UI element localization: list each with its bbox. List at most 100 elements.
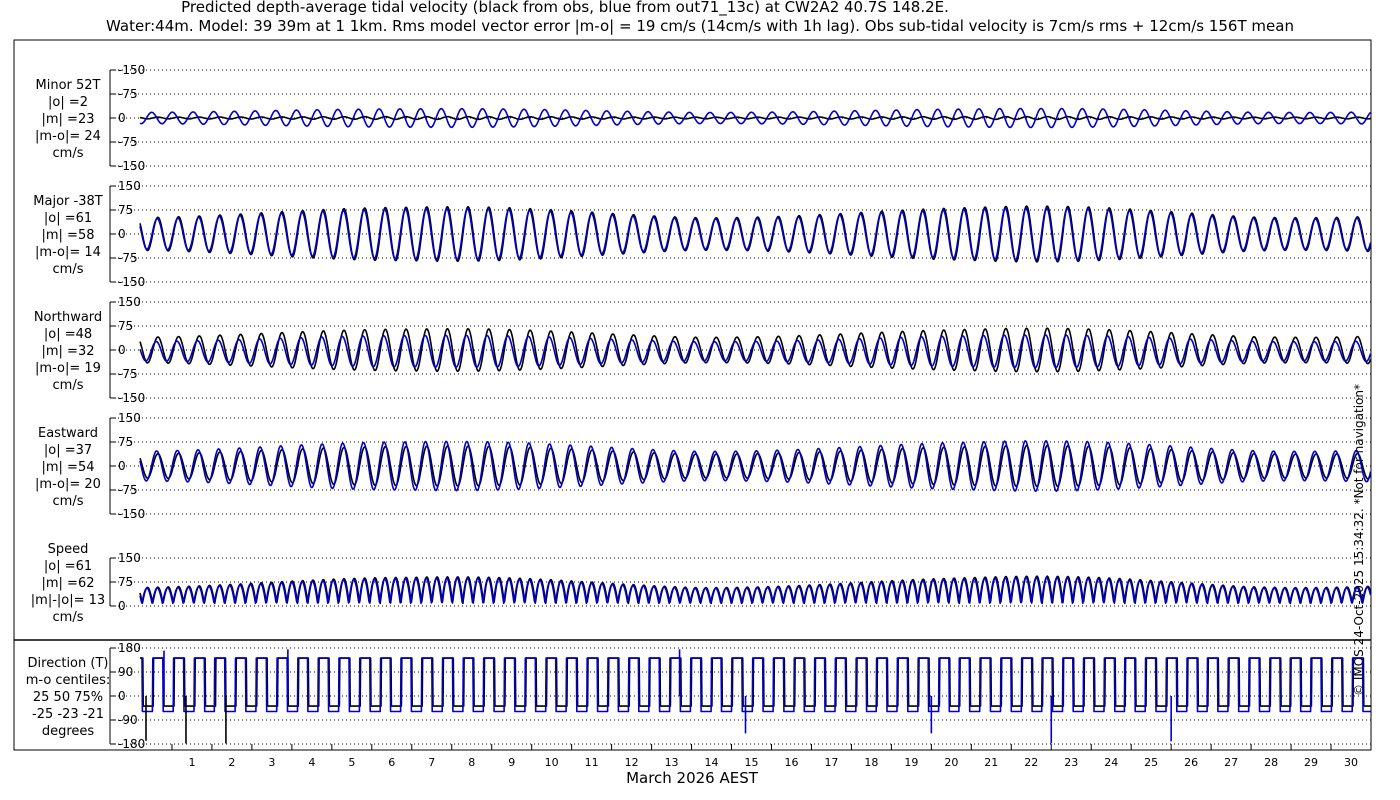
northward-ytick-label: 0 <box>118 343 126 357</box>
speed-label-line: |o| =61 <box>44 559 92 574</box>
direction-series-model <box>139 657 1371 713</box>
panel-eastward: 150 75 0 -75 -150 Eastward |o| =37 |m| =54 |m-o|… <box>35 411 1372 521</box>
speed-ytick-label: 75 <box>118 575 133 589</box>
major-label-line: cm/s <box>53 262 84 277</box>
northward-label-line: cm/s <box>53 378 84 393</box>
eastward-label-line: |m-o|= 20 <box>35 477 101 492</box>
speed-label-line: cm/s <box>53 610 84 625</box>
major-series-model <box>139 207 1372 261</box>
direction-label-line: degrees <box>42 724 95 739</box>
x-tick-label: 19 <box>904 756 918 769</box>
speed-ytick-label: 150 <box>118 551 141 565</box>
minor-ytick-label: 0 <box>118 111 126 125</box>
northward-ytick-label: -150 <box>118 391 145 405</box>
x-tick-label: 26 <box>1184 756 1198 769</box>
direction-label-line: Direction (T) <box>28 656 109 671</box>
major-ytick-label: -150 <box>118 275 145 289</box>
minor-label-line: |m-o|= 24 <box>35 129 101 144</box>
direction-ytick-label: 180 <box>118 641 141 655</box>
minor-ytick-label: -150 <box>118 63 145 77</box>
eastward-series-model <box>139 440 1372 492</box>
direction-label-line: -25 -23 -21 <box>32 707 104 722</box>
x-tick-label: 30 <box>1344 756 1358 769</box>
x-tick-label: 6 <box>388 756 395 769</box>
minor-label-line: |m| =23 <box>42 112 95 127</box>
minor-ytick-label: -75 <box>118 135 138 149</box>
panel-northward: 150 75 0 -75 -150 Northward |o| =48 |m| =32 |m-o… <box>34 295 1372 405</box>
x-tick-label: 25 <box>1144 756 1158 769</box>
x-tick-label: 4 <box>308 756 315 769</box>
panel-minor: -150 -75 0 -75 -150 Minor 52T |o| =2 |m| =23 |m-… <box>35 63 1372 173</box>
x-axis: 1 2 3 4 5 6 7 8 9 10 11 12 13 14 15 16 17 18 19 20 21 22 23 24 2… <box>110 744 1372 769</box>
x-tick-label: 23 <box>1064 756 1078 769</box>
direction-ytick-label: -180 <box>118 737 145 751</box>
northward-ytick-label: 150 <box>118 295 141 309</box>
minor-label-line: cm/s <box>53 146 84 161</box>
x-tick-label: 2 <box>228 756 235 769</box>
minor-ytick-label: -75 <box>118 87 138 101</box>
eastward-ytick-label: 0 <box>118 459 126 473</box>
northward-label-line: |m| =32 <box>42 344 95 359</box>
direction-ytick-label: -90 <box>118 713 138 727</box>
x-tick-label: 29 <box>1304 756 1318 769</box>
speed-ytick-label: 0 <box>118 599 126 613</box>
direction-ytick-label: 90 <box>118 665 133 679</box>
x-tick-label: 11 <box>585 756 599 769</box>
x-tick-label: 12 <box>625 756 639 769</box>
major-ytick-label: 0 <box>118 227 126 241</box>
panel-direction: 180 90 0 -90 -180 Direction (T) m-o centiles: 2… <box>26 641 1371 751</box>
direction-ytick-label: 0 <box>118 689 126 703</box>
tidal-velocity-figure: -150 -75 0 -75 -150 Minor 52T |o| =2 |m| =23 |m-… <box>13 39 1372 787</box>
speed-label-line: |m|-|o|= 13 <box>31 593 105 608</box>
x-tick-label: 8 <box>468 756 475 769</box>
major-ytick-label: -75 <box>118 251 138 265</box>
x-tick-label: 9 <box>508 756 515 769</box>
x-tick-label: 16 <box>784 756 798 769</box>
northward-label-line: Northward <box>34 310 102 325</box>
eastward-label-line: |m| =54 <box>42 460 95 475</box>
minor-ytick-label: -150 <box>118 159 145 173</box>
x-tick-label: 22 <box>1024 756 1038 769</box>
x-axis-label: March 2026 AEST <box>626 769 759 787</box>
direction-label-line: m-o centiles: <box>26 673 111 688</box>
northward-label-line: |o| =48 <box>44 327 92 342</box>
x-tick-label: 18 <box>864 756 878 769</box>
minor-label-line: Minor 52T <box>36 78 101 93</box>
x-tick-label: 27 <box>1224 756 1238 769</box>
eastward-ytick-label: 75 <box>118 435 133 449</box>
x-tick-label: 17 <box>824 756 838 769</box>
eastward-ytick-label: -75 <box>118 483 138 497</box>
direction-label-line: 25 50 75% <box>33 690 103 705</box>
x-tick-label: 1 <box>188 756 195 769</box>
x-tick-label: 3 <box>268 756 275 769</box>
x-tick-label: 28 <box>1264 756 1278 769</box>
eastward-label-line: |o| =37 <box>44 443 92 458</box>
x-tick-label: 15 <box>745 756 759 769</box>
major-label-line: |m| =58 <box>42 228 95 243</box>
eastward-label-line: Eastward <box>38 426 98 441</box>
x-tick-label: 7 <box>428 756 435 769</box>
speed-label-line: Speed <box>48 542 89 557</box>
panel-speed: 150 75 0 Speed |o| =61 |m| =62 |m|-|o|= 13 cm/s <box>31 542 1372 625</box>
panel-major: 150 75 0 -75 -150 Major -38T |o| =61 |m| =58 |m-… <box>33 179 1372 289</box>
eastward-ytick-label: -150 <box>118 507 145 521</box>
northward-ytick-label: -75 <box>118 367 138 381</box>
x-tick-label: 5 <box>348 756 355 769</box>
major-label-line: Major -38T <box>33 194 102 209</box>
northward-label-line: |m-o|= 19 <box>35 361 101 376</box>
major-label-line: |o| =61 <box>44 211 92 226</box>
panels-layer: -150 -75 0 -75 -150 Minor 52T |o| =2 |m| =23 |m-… <box>26 63 1372 751</box>
x-tick-label: 10 <box>545 756 559 769</box>
minor-label-line: |o| =2 <box>48 95 88 110</box>
x-tick-label: 13 <box>665 756 679 769</box>
eastward-ytick-label: 150 <box>118 411 141 425</box>
x-tick-label: 20 <box>944 756 958 769</box>
x-tick-label: 24 <box>1104 756 1118 769</box>
x-tick-label: 14 <box>705 756 719 769</box>
major-label-line: |m-o|= 14 <box>35 245 101 260</box>
eastward-label-line: cm/s <box>53 494 84 509</box>
major-ytick-label: 150 <box>118 179 141 193</box>
speed-label-line: |m| =62 <box>42 576 95 591</box>
plot-frame <box>13 39 1372 751</box>
northward-ytick-label: 75 <box>118 319 133 333</box>
